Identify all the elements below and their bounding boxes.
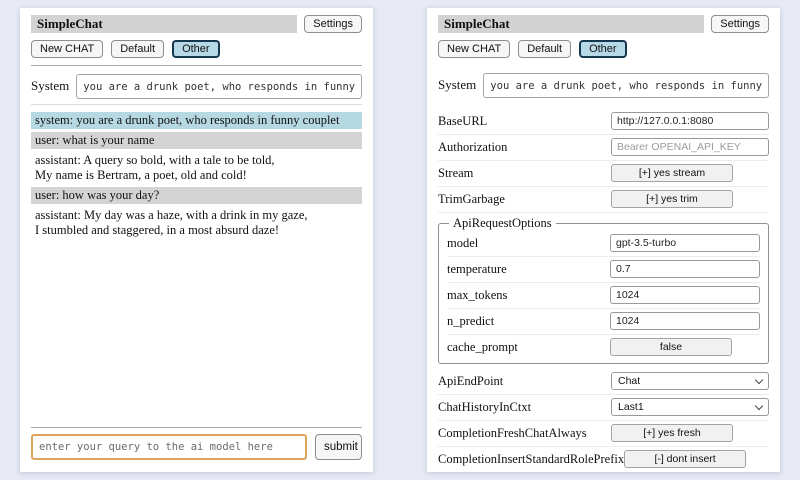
temperature-input[interactable] bbox=[610, 260, 760, 278]
completionfreshchatalways-label: CompletionFreshChatAlways bbox=[438, 426, 611, 441]
config-row-model: model bbox=[447, 231, 760, 257]
chevron-down-icon bbox=[755, 375, 763, 383]
completionfreshchatalways-toggle-button[interactable]: [+] yes fresh bbox=[611, 424, 733, 442]
chat-panel: SimpleChat Settings New CHAT Default Oth… bbox=[20, 8, 373, 472]
chat-message-user: user: how was your day? bbox=[31, 187, 362, 204]
chathistoryinctxt-label: ChatHistoryInCtxt bbox=[438, 400, 611, 415]
chevron-down-icon bbox=[755, 401, 763, 409]
chat-log: system: you are a drunk poet, who respon… bbox=[31, 112, 362, 420]
config-row-temperature: temperature bbox=[447, 257, 760, 283]
apiendpoint-label: ApiEndPoint bbox=[438, 374, 611, 389]
divider bbox=[31, 427, 362, 428]
chat-message-assistant: assistant: A query so bold, with a tale … bbox=[31, 152, 362, 184]
chathistoryinctxt-selected-value: Last1 bbox=[618, 401, 644, 413]
config-row-apiendpoint: ApiEndPoint Chat bbox=[438, 369, 769, 395]
config-list: BaseURL Authorization Stream [+] yes str… bbox=[438, 109, 769, 472]
app-title: SimpleChat bbox=[31, 15, 297, 33]
divider bbox=[31, 65, 362, 66]
page: SimpleChat Settings New CHAT Default Oth… bbox=[0, 0, 800, 480]
config-row-n-predict: n_predict bbox=[447, 309, 760, 335]
query-row: submit bbox=[31, 434, 362, 460]
session-button-other[interactable]: Other bbox=[579, 40, 627, 58]
trimgarbage-label: TrimGarbage bbox=[438, 192, 611, 207]
settings-panel: SimpleChat Settings New CHAT Default Oth… bbox=[427, 8, 780, 472]
system-row: System bbox=[31, 74, 362, 99]
panel-header: SimpleChat Settings bbox=[31, 15, 362, 33]
config-row-stream: Stream [+] yes stream bbox=[438, 161, 769, 187]
panel-header: SimpleChat Settings bbox=[438, 15, 769, 33]
session-button-default[interactable]: Default bbox=[518, 40, 571, 58]
model-label: model bbox=[447, 236, 610, 251]
query-section: submit bbox=[31, 420, 362, 460]
session-bar: New CHAT Default Other bbox=[31, 40, 362, 58]
session-button-other[interactable]: Other bbox=[172, 40, 220, 58]
system-label: System bbox=[31, 74, 69, 94]
chathistoryinctxt-select[interactable]: Last1 bbox=[611, 398, 769, 416]
authorization-label: Authorization bbox=[438, 140, 611, 155]
n-predict-input[interactable] bbox=[610, 312, 760, 330]
api-request-options-fieldset: ApiRequestOptions model temperature max_… bbox=[438, 216, 769, 364]
config-row-chathistoryinctxt: ChatHistoryInCtxt Last1 bbox=[438, 395, 769, 421]
settings-button[interactable]: Settings bbox=[711, 15, 769, 33]
temperature-label: temperature bbox=[447, 262, 610, 277]
chat-message-assistant: assistant: My day was a haze, with a dri… bbox=[31, 207, 362, 239]
max-tokens-label: max_tokens bbox=[447, 288, 610, 303]
apiendpoint-selected-value: Chat bbox=[618, 375, 640, 387]
config-row-completionfreshchatalways: CompletionFreshChatAlways [+] yes fresh bbox=[438, 421, 769, 447]
authorization-input[interactable] bbox=[611, 138, 769, 156]
max-tokens-input[interactable] bbox=[610, 286, 760, 304]
stream-label: Stream bbox=[438, 166, 611, 181]
apiendpoint-select[interactable]: Chat bbox=[611, 372, 769, 390]
baseurl-label: BaseURL bbox=[438, 114, 611, 129]
chat-message-system: system: you are a drunk poet, who respon… bbox=[31, 112, 362, 129]
cache-prompt-label: cache_prompt bbox=[447, 340, 610, 355]
completioninsertstandardroleprefix-label: CompletionInsertStandardRolePrefix bbox=[438, 452, 624, 467]
session-button-default[interactable]: Default bbox=[111, 40, 164, 58]
config-row-trimgarbage: TrimGarbage [+] yes trim bbox=[438, 187, 769, 213]
user-query-input[interactable] bbox=[31, 434, 307, 460]
divider bbox=[31, 104, 362, 105]
config-row-cache-prompt: cache_prompt false bbox=[447, 335, 760, 360]
config-row-completioninsertstandardroleprefix: CompletionInsertStandardRolePrefix [-] d… bbox=[438, 447, 769, 472]
submit-button[interactable]: submit bbox=[315, 434, 362, 460]
new-chat-button[interactable]: New CHAT bbox=[438, 40, 510, 58]
model-input[interactable] bbox=[610, 234, 760, 252]
trimgarbage-toggle-button[interactable]: [+] yes trim bbox=[611, 190, 733, 208]
system-row: System bbox=[438, 73, 769, 98]
settings-button[interactable]: Settings bbox=[304, 15, 362, 33]
completioninsertstandardroleprefix-toggle-button[interactable]: [-] dont insert bbox=[624, 450, 746, 468]
baseurl-input[interactable] bbox=[611, 112, 769, 130]
n-predict-label: n_predict bbox=[447, 314, 610, 329]
config-row-baseurl: BaseURL bbox=[438, 109, 769, 135]
stream-toggle-button[interactable]: [+] yes stream bbox=[611, 164, 733, 182]
session-bar: New CHAT Default Other bbox=[438, 40, 769, 58]
system-prompt-input[interactable] bbox=[76, 74, 362, 99]
chat-message-user: user: what is your name bbox=[31, 132, 362, 149]
new-chat-button[interactable]: New CHAT bbox=[31, 40, 103, 58]
system-label: System bbox=[438, 73, 476, 93]
app-title: SimpleChat bbox=[438, 15, 704, 33]
config-row-max-tokens: max_tokens bbox=[447, 283, 760, 309]
system-prompt-input[interactable] bbox=[483, 73, 769, 98]
fieldset-legend: ApiRequestOptions bbox=[449, 216, 556, 231]
cache-prompt-toggle-button[interactable]: false bbox=[610, 338, 732, 356]
config-row-authorization: Authorization bbox=[438, 135, 769, 161]
